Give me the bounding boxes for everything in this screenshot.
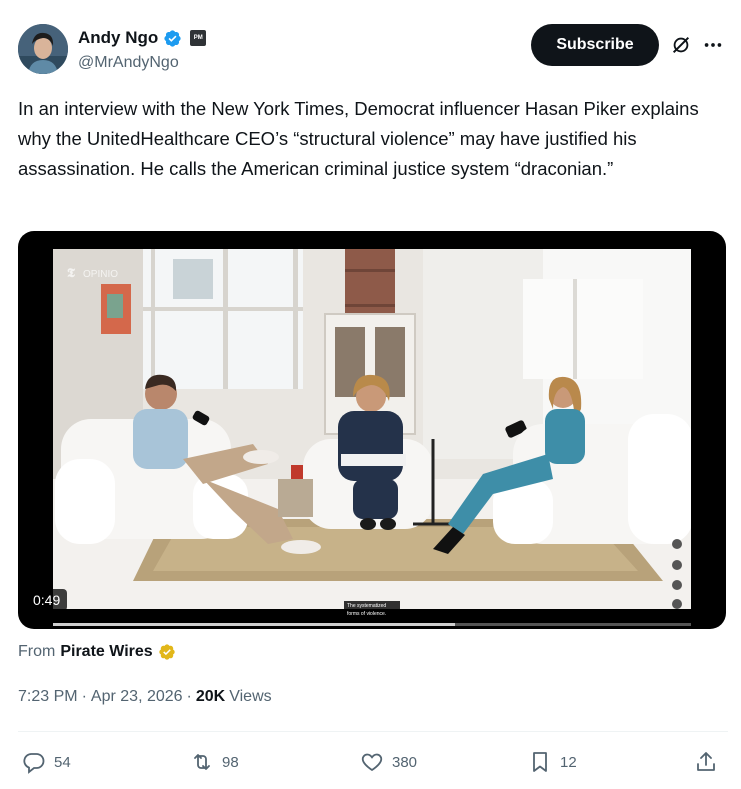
verified-badge-icon xyxy=(164,29,181,47)
bookmark-icon xyxy=(533,752,547,772)
author-avatar[interactable] xyxy=(18,24,68,74)
author-name-row: Andy Ngo PM xyxy=(78,28,207,48)
video-player[interactable]: 𝕿 OPINIO 0:49 The systematized forms of … xyxy=(18,231,726,629)
meta-separator: · xyxy=(81,688,87,705)
like-count: 380 xyxy=(392,753,418,771)
tweet-meta: 7:23 PM · Apr 23, 2026 · 20K Views xyxy=(18,688,272,706)
tweet-date[interactable]: Apr 23, 2026 xyxy=(91,688,183,706)
subscribe-button[interactable]: Subscribe xyxy=(531,24,659,66)
views-count: 20K xyxy=(195,688,226,705)
video-progress-fill xyxy=(53,623,455,626)
video-progress-bar[interactable] xyxy=(53,623,691,626)
tweet-header: Andy Ngo PM @MrAndyNgo Subscribe xyxy=(18,24,728,76)
video-watermark: OPINIO xyxy=(83,269,118,280)
reply-button[interactable]: 54 xyxy=(22,744,71,780)
svg-text:𝕿: 𝕿 xyxy=(67,265,76,280)
meta-separator: · xyxy=(186,688,192,705)
video-duration: 0:49 xyxy=(26,589,68,611)
video-caption-line-2: forms of violence. xyxy=(347,611,387,617)
repost-icon xyxy=(194,754,210,770)
share-button[interactable] xyxy=(694,744,718,780)
video-caption: The systematized forms of violence. xyxy=(344,601,400,619)
views-label: Views xyxy=(229,688,272,705)
bookmark-button[interactable]: 12 xyxy=(528,744,577,780)
source-prefix: From xyxy=(18,643,56,660)
bookmark-count: 12 xyxy=(560,753,577,771)
repost-count: 98 xyxy=(222,753,239,771)
gold-verified-badge-icon xyxy=(158,644,175,660)
heart-icon xyxy=(361,753,383,772)
like-button[interactable]: 380 xyxy=(360,744,417,780)
action-bar: 54 98 380 12 xyxy=(18,744,728,780)
more-options-icon[interactable] xyxy=(702,34,724,56)
affiliate-badge-icon[interactable]: PM xyxy=(190,30,207,46)
tweet-time[interactable]: 7:23 PM xyxy=(18,688,78,706)
reply-icon xyxy=(23,753,45,774)
author-display-name[interactable]: Andy Ngo xyxy=(78,28,158,48)
video-frame[interactable]: 𝕿 OPINIO xyxy=(53,249,691,609)
share-icon xyxy=(697,752,715,771)
grok-icon[interactable] xyxy=(670,34,692,56)
author-handle[interactable]: @MrAndyNgo xyxy=(78,54,179,72)
divider xyxy=(18,731,728,732)
video-caption-line-1: The systematized xyxy=(347,603,387,609)
source-name[interactable]: Pirate Wires xyxy=(60,643,152,661)
tweet-text: In an interview with the New York Times,… xyxy=(18,98,699,179)
repost-button[interactable]: 98 xyxy=(190,744,239,780)
reply-count: 54 xyxy=(54,753,71,771)
source-attribution: From Pirate Wires xyxy=(18,643,176,661)
